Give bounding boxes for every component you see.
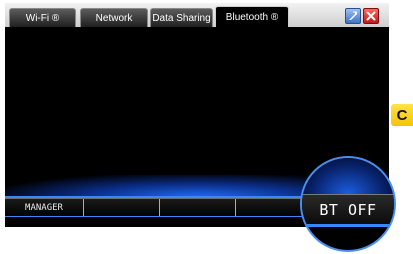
tab-wifi[interactable]: Wi-Fi ® — [9, 8, 76, 27]
close-icon — [366, 11, 376, 21]
toolbar-slot-3[interactable] — [159, 199, 236, 217]
magnifier-glow — [302, 158, 394, 194]
bt-status-label: BT OFF — [319, 201, 377, 219]
tab-bluetooth[interactable]: Bluetooth ® — [215, 6, 289, 27]
close-button[interactable] — [363, 8, 379, 24]
tab-network[interactable]: Network — [80, 8, 148, 27]
callout-badge-c: C — [391, 104, 413, 126]
tab-data-sharing[interactable]: Data Sharing — [150, 8, 213, 27]
magnifier-accent-line — [302, 224, 394, 227]
help-button[interactable] — [345, 8, 361, 24]
manager-button[interactable]: MANAGER — [5, 199, 83, 217]
tab-bar: Wi-Fi ® Network Data Sharing Bluetooth ® — [5, 3, 389, 27]
toolbar-slot-2[interactable] — [83, 199, 160, 217]
bt-status-magnifier: BT OFF — [300, 156, 396, 252]
bt-status-band[interactable]: BT OFF — [302, 194, 394, 225]
help-icon — [349, 11, 357, 20]
